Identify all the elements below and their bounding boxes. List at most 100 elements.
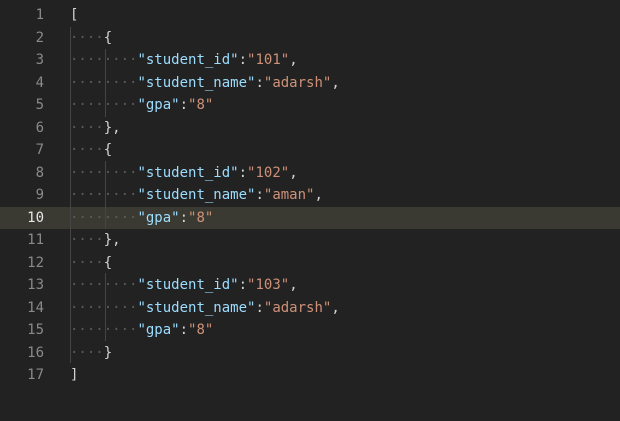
line-number: 10 — [27, 209, 44, 226]
code-line[interactable]: 4 ········"student_name":"adarsh", — [0, 72, 620, 95]
json-string: "8" — [188, 209, 214, 226]
line-number: 9 — [35, 187, 44, 203]
code-line[interactable]: 16 ····} — [0, 342, 620, 365]
json-punctuation: , — [331, 299, 340, 316]
whitespace-marker: ········ — [70, 277, 138, 293]
indent-guide-object-2 — [105, 161, 106, 229]
json-punctuation: }, — [103, 232, 121, 248]
indent-guide-object-1 — [105, 49, 106, 117]
json-key: "student_name" — [137, 299, 256, 316]
whitespace-marker: ········ — [70, 97, 138, 113]
whitespace-marker: ········ — [70, 209, 138, 226]
json-punctuation: : — [179, 97, 189, 113]
line-number: 8 — [35, 164, 44, 181]
json-punctuation: : — [255, 74, 264, 91]
whitespace-marker: ···· — [70, 142, 104, 158]
whitespace-marker: ········ — [70, 74, 138, 91]
json-punctuation: { — [103, 29, 113, 46]
line-number: 16 — [27, 344, 44, 361]
code-line[interactable]: 2 ····{ — [0, 27, 620, 50]
line-number: 3 — [35, 52, 44, 68]
code-line[interactable]: 9 ········"student_name":"aman", — [0, 184, 620, 207]
code-line[interactable]: 14 ········"student_name":"adarsh", — [0, 297, 620, 320]
line-number: 4 — [35, 74, 44, 91]
json-string: "adarsh" — [263, 74, 332, 91]
code-text[interactable]: ····}, — [70, 117, 121, 140]
json-punctuation: , — [314, 187, 323, 203]
whitespace-marker: ···· — [70, 119, 104, 136]
code-text[interactable]: ········"gpa":"8" — [70, 207, 213, 230]
line-number: 6 — [35, 119, 44, 136]
whitespace-marker: ···· — [70, 254, 104, 271]
code-line[interactable]: 8 ········"student_id":"102", — [0, 162, 620, 185]
json-key: "gpa" — [137, 97, 180, 113]
whitespace-marker: ········ — [70, 52, 138, 68]
json-punctuation: : — [179, 322, 189, 338]
line-number: 5 — [35, 97, 44, 113]
indent-guide-object-3 — [105, 273, 106, 341]
json-punctuation: : — [238, 277, 248, 293]
json-punctuation: [ — [70, 7, 79, 23]
json-key: "student_name" — [137, 187, 256, 203]
code-text[interactable]: ········"student_name":"adarsh", — [70, 297, 340, 320]
json-punctuation: }, — [103, 119, 121, 136]
json-punctuation: { — [103, 254, 113, 271]
code-line[interactable]: 5 ········"gpa":"8" — [0, 94, 620, 117]
line-number: 12 — [27, 254, 44, 271]
json-string: "adarsh" — [263, 299, 332, 316]
code-line[interactable]: 3 ········"student_id":"101", — [0, 49, 620, 72]
json-key: "student_id" — [137, 277, 239, 293]
code-text[interactable]: ] — [70, 364, 78, 387]
code-line[interactable]: 11 ····}, — [0, 229, 620, 252]
code-text[interactable]: ········"gpa":"8" — [70, 319, 213, 342]
json-punctuation: , — [289, 52, 298, 68]
json-string: "aman" — [263, 187, 315, 203]
code-text[interactable]: ····{ — [70, 252, 112, 275]
whitespace-marker: ········ — [70, 299, 138, 316]
code-text[interactable]: ····} — [70, 342, 112, 365]
json-key: "gpa" — [137, 209, 180, 226]
json-punctuation: , — [331, 74, 340, 91]
code-text[interactable]: ········"student_name":"adarsh", — [70, 72, 340, 95]
line-number: 17 — [27, 367, 44, 383]
code-text[interactable]: ····{ — [70, 27, 112, 50]
line-number: 11 — [27, 232, 44, 248]
code-line[interactable]: 6 ····}, — [0, 117, 620, 140]
code-line[interactable]: 17] — [0, 364, 620, 387]
line-number: 14 — [27, 299, 44, 316]
code-text[interactable]: ········"student_name":"aman", — [70, 184, 323, 207]
json-punctuation: : — [238, 164, 248, 181]
code-line[interactable]: 15 ········"gpa":"8" — [0, 319, 620, 342]
whitespace-marker: ···· — [70, 232, 104, 248]
whitespace-marker: ···· — [70, 344, 104, 361]
code-text[interactable]: ········"gpa":"8" — [70, 94, 213, 117]
json-string: "101" — [247, 52, 290, 68]
json-punctuation: , — [289, 277, 298, 293]
code-line[interactable]: 10 ········"gpa":"8" — [0, 206, 620, 230]
code-line[interactable]: 1[ — [0, 4, 620, 27]
whitespace-marker: ········ — [70, 164, 138, 181]
code-text[interactable]: ····}, — [70, 229, 121, 252]
line-number: 1 — [35, 7, 44, 23]
json-punctuation: : — [255, 187, 264, 203]
code-line[interactable]: 7 ····{ — [0, 139, 620, 162]
json-punctuation: : — [179, 209, 189, 226]
json-key: "gpa" — [137, 322, 180, 338]
code-editor[interactable]: 1[2 ····{3 ········"student_id":"101", 4 ···… — [0, 0, 620, 421]
line-number: 13 — [27, 277, 44, 293]
code-text[interactable]: [ — [70, 4, 78, 27]
code-line[interactable]: 13 ········"student_id":"103", — [0, 274, 620, 297]
code-line[interactable]: 12 ····{ — [0, 252, 620, 275]
json-string: "8" — [188, 322, 214, 338]
whitespace-marker: ········ — [70, 322, 138, 338]
json-string: "8" — [188, 97, 214, 113]
json-key: "student_id" — [137, 164, 239, 181]
json-punctuation: : — [255, 299, 264, 316]
code-text[interactable]: ····{ — [70, 139, 112, 162]
line-number: 15 — [27, 322, 44, 338]
whitespace-marker: ········ — [70, 187, 138, 203]
json-key: "student_id" — [137, 52, 239, 68]
whitespace-marker: ···· — [70, 29, 104, 46]
json-punctuation: , — [289, 164, 298, 181]
json-punctuation: } — [103, 344, 113, 361]
